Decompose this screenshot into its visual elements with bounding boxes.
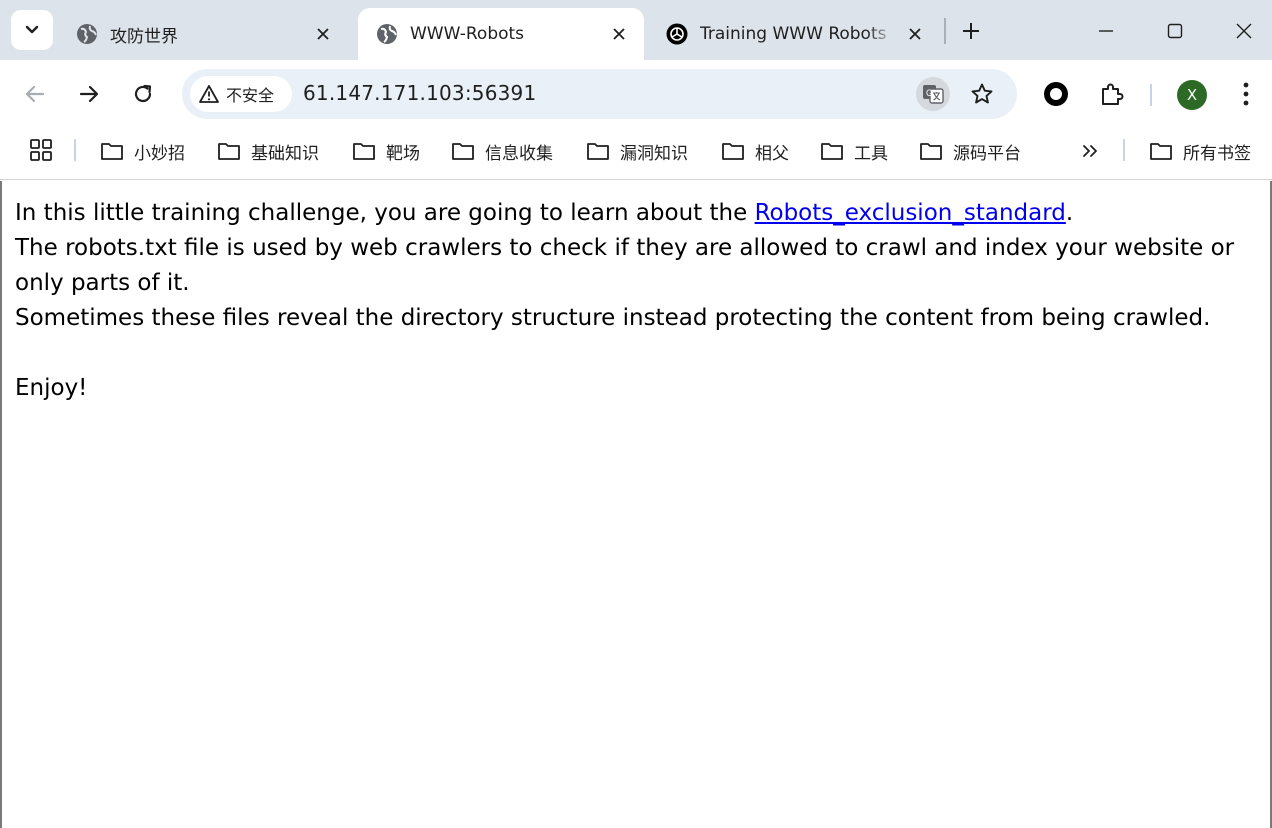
address-bar[interactable]: 不安全 61.147.171.103:56391 G <box>182 69 1017 119</box>
forward-button[interactable] <box>72 77 106 111</box>
bookmark-label: 工具 <box>854 143 888 164</box>
all-bookmarks-label: 所有书签 <box>1183 143 1251 164</box>
browser-menu-button[interactable] <box>1229 77 1263 111</box>
minimize-button[interactable] <box>1093 18 1119 44</box>
bookmark-folder[interactable]: 工具 <box>820 138 888 164</box>
folder-icon <box>100 141 124 161</box>
url-text[interactable]: 61.147.171.103:56391 <box>303 81 536 105</box>
puzzle-icon <box>1102 83 1124 105</box>
bookmarks-divider <box>1123 139 1125 161</box>
reload-button[interactable] <box>126 77 160 111</box>
svg-text:G: G <box>926 88 933 98</box>
bookmark-label: 靶场 <box>386 143 420 164</box>
robots-description: The robots.txt file is used by web crawl… <box>15 235 1235 296</box>
bookmark-label: 基础知识 <box>251 143 319 164</box>
bookmarks-overflow-button[interactable] <box>1078 138 1102 164</box>
bookmarks-divider <box>74 139 76 161</box>
tab-title: Training WWW Robots <box>700 24 887 44</box>
tab-title: WWW-Robots <box>410 24 525 44</box>
back-button[interactable] <box>18 77 52 111</box>
close-icon[interactable] <box>608 23 630 45</box>
profile-avatar[interactable]: X <box>1177 80 1207 110</box>
close-icon[interactable] <box>904 23 926 45</box>
reload-icon <box>134 84 152 103</box>
intro-period: . <box>1065 200 1074 226</box>
translate-button[interactable]: G <box>916 77 950 111</box>
tab-training-www-robots[interactable]: Training WWW Robots <box>648 8 940 60</box>
folder-icon <box>451 141 475 161</box>
security-chip[interactable]: 不安全 <box>190 76 292 112</box>
minimize-icon <box>1099 30 1113 32</box>
browser-toolbar: 不安全 61.147.171.103:56391 G X <box>0 60 1272 128</box>
bookmark-label: 信息收集 <box>485 143 553 164</box>
double-chevron-right-icon <box>1083 145 1097 157</box>
globe-icon <box>376 23 398 45</box>
apps-button[interactable] <box>30 139 52 161</box>
robots-exclusion-standard-link[interactable]: Robots_exclusion_standard <box>755 200 1066 226</box>
warning-icon <box>199 85 219 103</box>
bookmark-folder[interactable]: 小妙招 <box>100 138 185 164</box>
folder-icon <box>820 141 844 161</box>
circle-extension-icon <box>1044 82 1068 106</box>
bookmark-folder[interactable]: 基础知识 <box>217 138 319 164</box>
maximize-icon <box>1167 23 1183 39</box>
bookmark-label: 小妙招 <box>134 143 185 164</box>
close-icon[interactable] <box>312 23 334 45</box>
page-body: In this little training challenge, you a… <box>15 196 1255 406</box>
apps-grid-icon <box>30 139 52 161</box>
bookmark-label: 源码平台 <box>953 143 1021 164</box>
close-window-button[interactable] <box>1231 18 1257 44</box>
tab-search-button[interactable] <box>11 10 53 50</box>
maximize-button[interactable] <box>1162 18 1188 44</box>
folder-icon <box>586 141 610 161</box>
translate-icon: G <box>923 85 944 104</box>
tab-divider <box>944 18 946 44</box>
security-label: 不安全 <box>226 86 275 105</box>
all-bookmarks-button[interactable]: 所有书签 <box>1149 138 1251 164</box>
bookmarks-bar: 小妙招 基础知识 靶场 信息收集 漏洞知识 相父 工具 源码平台 所有书签 <box>0 128 1272 180</box>
folder-icon <box>217 141 241 161</box>
tab-strip: 攻防世界 WWW-Robots Training WWW Robots <box>0 0 1272 60</box>
directory-warning: Sometimes these files reveal the directo… <box>15 305 1211 331</box>
arrow-left-icon <box>25 85 45 103</box>
folder-icon <box>721 141 745 161</box>
star-icon <box>971 83 993 104</box>
arrow-right-icon <box>79 85 99 103</box>
page-viewport: In this little training challenge, you a… <box>0 181 1272 828</box>
folder-icon <box>1149 141 1173 161</box>
intro-line: In this little training challenge, you a… <box>15 196 1255 231</box>
bookmark-folder[interactable]: 靶场 <box>352 138 420 164</box>
tab-www-robots[interactable]: WWW-Robots <box>358 8 644 60</box>
folder-icon <box>352 141 376 161</box>
bookmark-folder[interactable]: 信息收集 <box>451 138 553 164</box>
folder-icon <box>919 141 943 161</box>
bookmark-label: 相父 <box>755 143 789 164</box>
new-tab-button[interactable] <box>958 18 984 44</box>
tab-gongfang[interactable]: 攻防世界 <box>58 8 348 60</box>
kebab-menu-icon <box>1243 82 1249 106</box>
bookmark-folder[interactable]: 漏洞知识 <box>586 138 688 164</box>
globe-icon <box>76 23 98 45</box>
enjoy-text: Enjoy! <box>15 375 88 401</box>
tab-title: 攻防世界 <box>110 26 178 47</box>
extensions-menu-button[interactable] <box>1095 77 1129 111</box>
intro-text: In this little training challenge, you a… <box>15 200 755 226</box>
bookmark-star-button[interactable] <box>965 77 999 111</box>
bookmark-folder[interactable]: 源码平台 <box>919 138 1021 164</box>
plus-icon <box>963 23 979 39</box>
toolbar-divider <box>1150 84 1152 106</box>
chevron-down-icon <box>25 25 39 34</box>
close-icon <box>1236 23 1252 39</box>
bookmark-label: 漏洞知识 <box>620 143 688 164</box>
bookmark-folder[interactable]: 相父 <box>721 138 789 164</box>
openai-icon <box>666 23 688 45</box>
extension-button[interactable] <box>1039 77 1073 111</box>
